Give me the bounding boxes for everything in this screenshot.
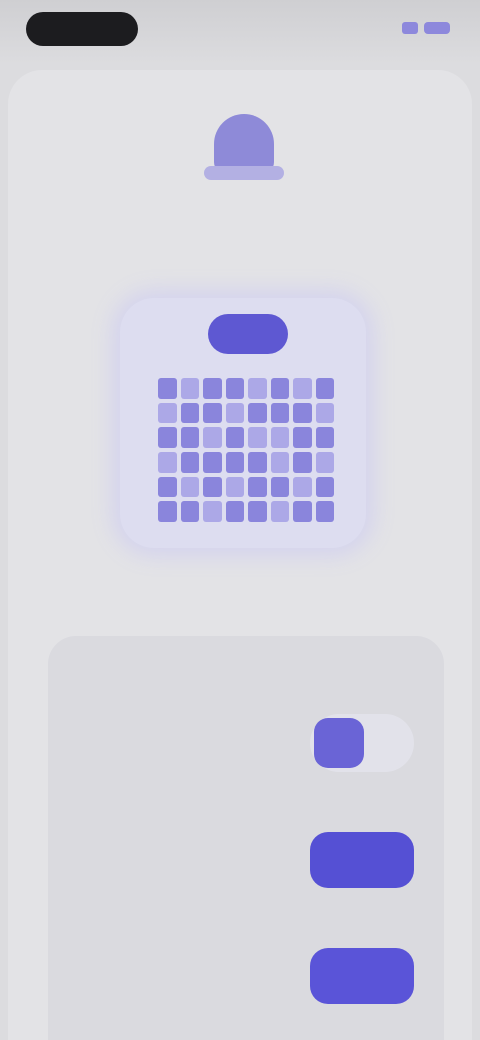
qr-cell: [203, 378, 222, 399]
qr-cell: [225, 402, 244, 424]
qr-cell: [315, 427, 334, 448]
qr-cell: [315, 451, 334, 473]
qr-cell: [315, 402, 334, 424]
qr-cell: [270, 451, 289, 473]
qr-cell: [203, 451, 222, 473]
user-icon: [204, 110, 284, 180]
setting-row-stepper: [68, 806, 428, 812]
qr-cell: [270, 501, 289, 522]
qr-cell: [248, 378, 267, 399]
qr-cell: [293, 402, 312, 424]
qr-cell: [293, 378, 312, 399]
qr-cell: [225, 501, 244, 522]
qr-cell: [158, 501, 177, 522]
signal-icon: [402, 22, 418, 34]
qr-cell: [270, 427, 289, 448]
qr-cell: [180, 451, 199, 473]
setting-row-action: [68, 936, 428, 942]
qr-cell: [158, 476, 177, 498]
toggle-knob[interactable]: [314, 718, 364, 768]
qr-cell: [158, 402, 177, 424]
qr-cell: [225, 378, 244, 399]
status-time: [26, 12, 138, 46]
qr-cell: [270, 402, 289, 424]
main-sheet: [8, 70, 472, 1040]
qr-cell: [248, 476, 267, 498]
qr-cell: [180, 378, 199, 399]
qr-cell: [270, 378, 289, 399]
qr-cell: [315, 501, 334, 522]
qr-cell: [203, 402, 222, 424]
qr-cell: [225, 451, 244, 473]
status-icons: [390, 20, 450, 36]
status-bar: [0, 0, 480, 64]
qr-cell: [225, 427, 244, 448]
qr-cell: [270, 476, 289, 498]
qr-cell: [203, 427, 222, 448]
qr-cell: [293, 501, 312, 522]
qr-cell: [293, 427, 312, 448]
qr-cell: [158, 427, 177, 448]
qr-cell: [248, 451, 267, 473]
qr-cell: [248, 501, 267, 522]
qr-cell: [158, 378, 177, 399]
qr-cell: [248, 427, 267, 448]
qr-cell: [203, 476, 222, 498]
qr-cell: [180, 427, 199, 448]
qr-cell: [158, 451, 177, 473]
toggle-switch[interactable]: [310, 714, 414, 772]
qr-cell: [180, 402, 199, 424]
qr-cell: [293, 476, 312, 498]
qr-cell: [180, 476, 199, 498]
qr-cell: [203, 501, 222, 522]
settings-card: [48, 636, 444, 1040]
qr-cell: [180, 501, 199, 522]
qr-cell: [293, 451, 312, 473]
qr-cell: [225, 476, 244, 498]
qr-code: [158, 378, 334, 522]
battery-icon: [424, 22, 450, 34]
qr-cell: [248, 402, 267, 424]
qr-pill-button[interactable]: [208, 314, 288, 354]
qr-cell: [315, 476, 334, 498]
qr-cell: [315, 378, 334, 399]
action-button[interactable]: [310, 948, 414, 1004]
quantity-stepper[interactable]: [310, 832, 414, 888]
qr-card: [120, 298, 366, 548]
